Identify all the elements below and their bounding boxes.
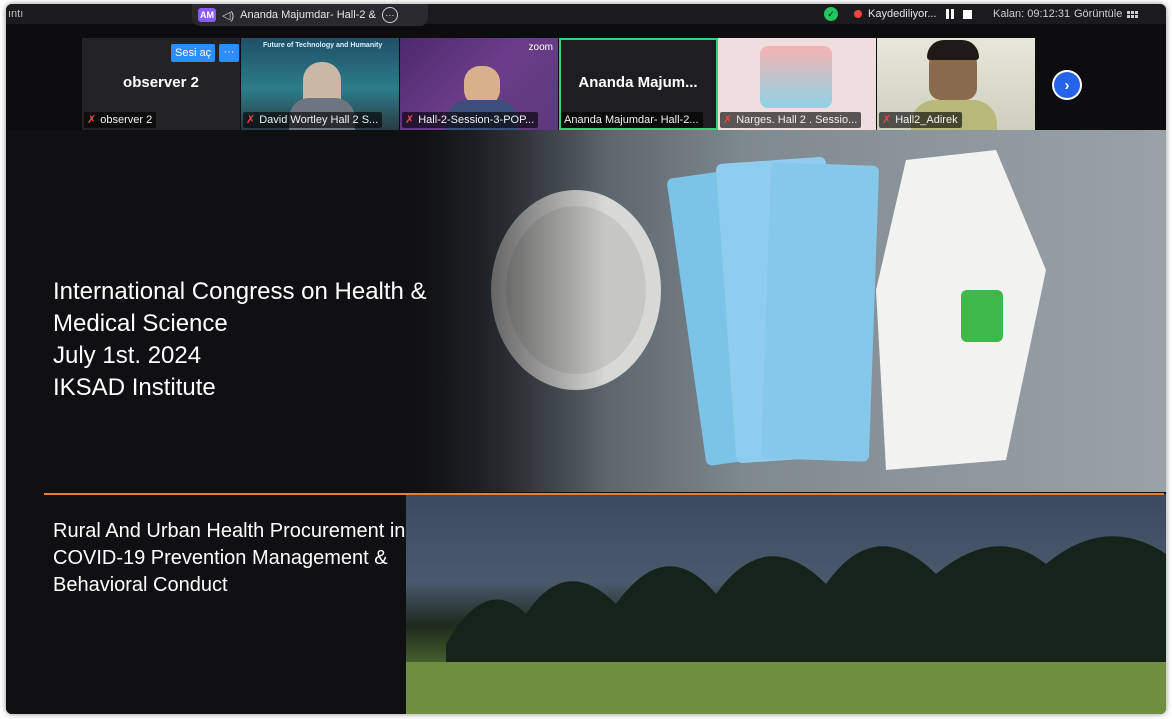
participant-name: Hall2_Adirek xyxy=(895,114,958,126)
slide-subtitle-line: Behavioral Conduct xyxy=(53,574,228,596)
chevron-right-icon: › xyxy=(1054,72,1080,98)
virtual-background-banner: Future of Technology and Humanity xyxy=(263,42,383,49)
shared-slide: International Congress on Health & Medic… xyxy=(6,130,1166,714)
slide-subtitle-line: Rural And Urban Health Procurement in xyxy=(53,520,406,542)
recording-status: ✓ Kaydediliyor... xyxy=(824,7,973,21)
participant-name: David Wortley Hall 2 S... xyxy=(259,114,379,126)
meeting-window: ıntı AM ◁) Ananda Majumdar- Hall-2 & ···… xyxy=(6,4,1166,714)
participant-center-name: observer 2 xyxy=(123,74,199,91)
participant-label: ✗ Hall2_Adirek xyxy=(879,112,962,128)
top-bar: ıntı AM ◁) Ananda Majumdar- Hall-2 & ···… xyxy=(6,4,1166,26)
mic-muted-icon: ✗ xyxy=(246,114,256,126)
participant-name: Hall-2-Session-3-POP... xyxy=(418,114,535,126)
next-page-button[interactable]: › xyxy=(1052,70,1082,100)
slide-title: International Congress on Health & Medic… xyxy=(53,276,427,404)
remaining-time: Kalan: 09:12:31 xyxy=(993,8,1071,20)
participant-video-hair xyxy=(927,40,979,60)
more-options-icon[interactable]: ··· xyxy=(381,7,398,23)
participant-label: ✗ observer 2 xyxy=(84,112,157,128)
participant-strip: observer 2 Sesi aç ··· ✗ observer 2 Futu… xyxy=(82,38,1036,130)
slide-title-line: July 1st. 2024 xyxy=(53,342,202,369)
recording-text: Kaydediliyor... xyxy=(868,8,937,20)
mic-muted-icon: ✗ xyxy=(87,114,97,126)
speaker-avatar: AM xyxy=(198,8,216,22)
unmute-button[interactable]: Sesi aç xyxy=(171,44,216,62)
slide-subtitle-line: COVID-19 Prevention Management & xyxy=(53,547,388,569)
participant-label: ✗ David Wortley Hall 2 S... xyxy=(243,112,383,128)
trees-illustration xyxy=(406,536,1166,714)
grid-view-icon xyxy=(1127,10,1139,18)
security-shield-icon[interactable]: ✓ xyxy=(824,7,838,21)
slide-title-line: IKSAD Institute xyxy=(53,374,216,401)
mic-muted-icon: ✗ xyxy=(882,114,892,126)
mic-muted-icon: ✗ xyxy=(405,114,415,126)
participant-center-name: Ananda Majum... xyxy=(578,74,698,91)
speaker-icon: ◁) xyxy=(222,9,235,22)
mic-muted-icon: ✗ xyxy=(723,114,733,126)
participant-name: Ananda Majumdar- Hall-2... xyxy=(564,114,699,126)
view-label: Görüntüle xyxy=(1074,8,1123,20)
participant-tile[interactable]: zoom ✗ Hall-2-Session-3-POP... xyxy=(400,38,559,130)
participant-tile[interactable]: observer 2 Sesi aç ··· ✗ observer 2 xyxy=(82,38,241,130)
participant-label: ✗ Narges. Hall 2 . Sessio... xyxy=(720,112,862,128)
participant-name: observer 2 xyxy=(100,114,153,126)
slide-subtitle: Rural And Urban Health Procurement in CO… xyxy=(53,518,405,599)
active-speaker-chip[interactable]: AM ◁) Ananda Majumdar- Hall-2 & ··· xyxy=(192,4,428,26)
participant-label: ✗ Hall-2-Session-3-POP... xyxy=(402,112,539,128)
speaker-name: Ananda Majumdar- Hall-2 & xyxy=(240,9,376,21)
participant-label: Ananda Majumdar- Hall-2... xyxy=(561,112,703,128)
zoom-logo: zoom xyxy=(528,42,553,53)
participant-tile[interactable]: ✗ Hall2_Adirek xyxy=(877,38,1036,130)
participant-tile[interactable]: ✗ Narges. Hall 2 . Sessio... xyxy=(718,38,877,130)
participant-tile-active[interactable]: Ananda Majum... Ananda Majumdar- Hall-2.… xyxy=(559,38,718,130)
view-button[interactable]: Görüntüle xyxy=(1074,8,1139,20)
slide-title-line: International Congress on Health & xyxy=(53,278,427,305)
tile-more-button[interactable]: ··· xyxy=(219,44,239,62)
participant-tile[interactable]: Future of Technology and Humanity ✗ Davi… xyxy=(241,38,400,130)
pause-recording-icon[interactable] xyxy=(946,9,955,19)
slide-title-line: Medical Science xyxy=(53,310,228,337)
stop-recording-icon[interactable] xyxy=(963,9,973,19)
recording-dot-icon xyxy=(854,10,862,18)
participant-avatar-image xyxy=(760,46,832,108)
participant-name: Narges. Hall 2 . Sessio... xyxy=(736,114,858,126)
top-left-label: ıntı xyxy=(8,8,24,20)
slide-divider xyxy=(44,493,1164,495)
